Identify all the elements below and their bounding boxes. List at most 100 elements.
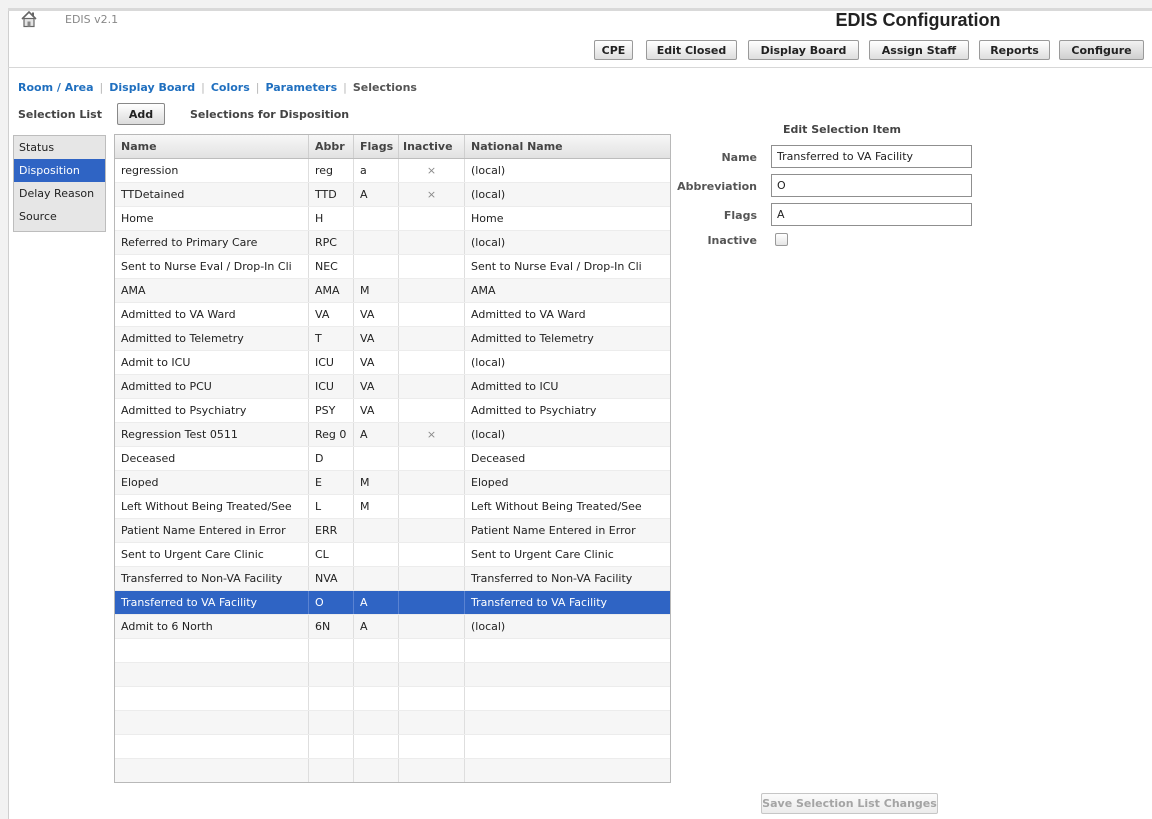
cell-national-name: Sent to Urgent Care Clinic [471,548,614,561]
cell-inactive [399,471,465,494]
table-body: regression reg a × (local) TTDetained TTD A × (lo… [115,159,670,782]
flags-field[interactable] [771,203,972,226]
home-icon[interactable] [20,10,38,28]
cell-flags: VA [354,399,399,422]
table-row[interactable]: Referred to Primary Care RPC (local) [115,231,670,255]
abbreviation-field[interactable] [771,174,972,197]
nav-display-board-button[interactable]: Display Board [748,40,859,60]
cell-national-name [465,735,670,758]
cell-inactive: × [399,183,465,206]
subnav-room-area-link[interactable]: Room / Area [18,81,94,94]
name-field[interactable] [771,145,972,168]
cell-abbr: PSY [309,399,354,422]
cell-national-name: Deceased [471,452,526,465]
cell-flags: A [354,183,399,206]
save-selection-list-button[interactable]: Save Selection List Changes [761,793,938,814]
cell-abbr: RPC [309,231,354,254]
cell-national-name: Admitted to ICU [471,380,559,393]
cell-flags [354,447,399,470]
selection-list-label: Selection List [18,108,102,121]
cell-inactive [399,303,465,326]
cell-flags: VA [354,351,399,374]
table-row[interactable]: Transferred to Non-VA Facility NVA Transfe… [115,567,670,591]
cell-national-name [465,711,670,734]
cell-abbr: ERR [309,519,354,542]
table-row[interactable]: Admitted to Telemetry T VA Admitted to Tele… [115,327,670,351]
cell-abbr: E [309,471,354,494]
cell-flags [354,207,399,230]
cell-inactive [399,207,465,230]
cell-inactive [399,375,465,398]
cell-name [115,759,309,782]
table-row[interactable]: Regression Test 0511 Reg 0 A × (local) [115,423,670,447]
cell-flags [354,639,399,662]
cell-name: Admitted to VA Ward [115,303,309,326]
app-version: EDIS v2.1 [65,13,119,26]
table-row[interactable]: Admitted to PCU ICU VA Admitted to ICU [115,375,670,399]
nav-configure-button[interactable]: Configure [1059,40,1144,60]
subnav-parameters-link[interactable]: Parameters [265,81,337,94]
table-row[interactable]: Sent to Nurse Eval / Drop-In Cli NEC Sent … [115,255,670,279]
nav-reports-button[interactable]: Reports [979,40,1050,60]
table-row[interactable]: Eloped E M Eloped [115,471,670,495]
cell-national-name: Patient Name Entered in Error [471,524,636,537]
subnav-colors-link[interactable]: Colors [211,81,250,94]
cell-inactive [399,567,465,590]
cell-inactive [399,591,465,614]
column-header-name[interactable]: Name [115,135,309,158]
cell-name: AMA [115,279,309,302]
column-header-national-name[interactable]: National Name [465,135,670,158]
table-row[interactable]: Transferred to VA Facility O A Transferred … [115,591,670,615]
cell-name: Admitted to PCU [115,375,309,398]
cell-name: TTDetained [115,183,309,206]
cell-national-name [465,639,670,662]
column-header-inactive[interactable]: Inactive [399,135,465,158]
table-row[interactable]: Admitted to VA Ward VA VA Admitted to VA Wa… [115,303,670,327]
table-row[interactable]: Home H Home [115,207,670,231]
nav-assign-staff-button[interactable]: Assign Staff [869,40,969,60]
selections-heading: Selections for Disposition [190,108,350,121]
table-row[interactable]: Admitted to Psychiatry PSY VA Admitted to P… [115,399,670,423]
cell-name: Eloped [115,471,309,494]
add-button[interactable]: Add [117,103,165,125]
table-row[interactable]: Sent to Urgent Care Clinic CL Sent to Urge… [115,543,670,567]
nav-cpe-button[interactable]: CPE [594,40,633,60]
cell-name: Sent to Nurse Eval / Drop-In Cli [115,255,309,278]
cell-abbr: Reg 0 [309,423,354,446]
table-row[interactable]: Patient Name Entered in Error ERR Patient … [115,519,670,543]
cell-name: Patient Name Entered in Error [115,519,309,542]
subnav-display-board-link[interactable]: Display Board [109,81,195,94]
column-header-flags[interactable]: Flags [354,135,399,158]
cell-abbr: D [309,447,354,470]
cell-national-name: Home [471,212,504,225]
selection-list-item-disposition[interactable]: Disposition [14,159,105,182]
column-header-abbr[interactable]: Abbr [309,135,354,158]
inactive-label: Inactive [707,234,757,247]
selections-table: Name Abbr Flags Inactive National Name r… [114,134,671,783]
subnav-separator: | [99,81,104,94]
cell-abbr [309,687,354,710]
inactive-checkbox[interactable] [775,233,788,246]
cell-name: Admit to 6 North [115,615,309,638]
cell-name: Admitted to Psychiatry [115,399,309,422]
table-row[interactable]: TTDetained TTD A × (local) [115,183,670,207]
cell-national-name: (local) [471,164,506,177]
selection-list-item-source[interactable]: Source [14,205,105,228]
cell-name: Home [115,207,309,230]
table-row[interactable]: Left Without Being Treated/See L M Left Wit… [115,495,670,519]
selection-list-item-status[interactable]: Status [14,136,105,159]
table-row[interactable]: Admit to ICU ICU VA (local) [115,351,670,375]
selection-list-item-delay-reason[interactable]: Delay Reason [14,182,105,205]
table-row[interactable]: regression reg a × (local) [115,159,670,183]
cell-inactive [399,255,465,278]
cell-abbr [309,711,354,734]
cell-flags: M [354,279,399,302]
subnav-separator: | [343,81,347,94]
table-row[interactable]: Deceased D Deceased [115,447,670,471]
cell-abbr: NEC [309,255,354,278]
cell-national-name: (local) [471,428,506,441]
nav-edit-closed-button[interactable]: Edit Closed [646,40,737,60]
table-row[interactable]: Admit to 6 North 6N A (local) [115,615,670,639]
table-row[interactable]: AMA AMA M AMA [115,279,670,303]
cell-national-name: Left Without Being Treated/See [471,500,642,513]
